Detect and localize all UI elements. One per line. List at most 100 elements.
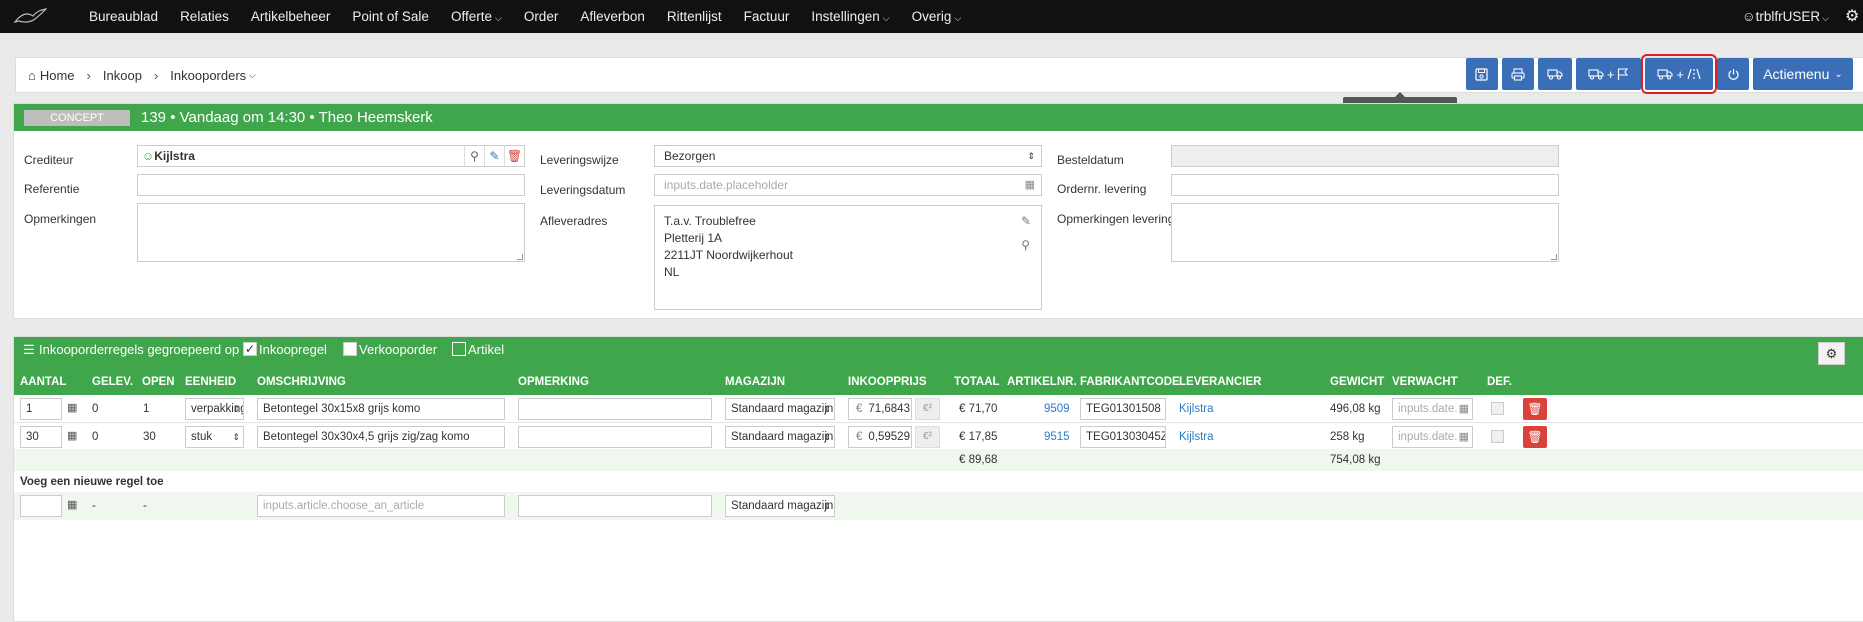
settings-button[interactable]: ⚙ <box>1818 342 1845 365</box>
price-input[interactable]: €0,59529 <box>848 426 912 448</box>
euro-squared-icon[interactable]: €² <box>915 426 940 448</box>
delete-button[interactable]: 🗑 <box>1523 398 1547 420</box>
leveringswijze-select[interactable]: Bezorgen ⇕ <box>654 145 1042 167</box>
new-opmerking-input[interactable] <box>518 495 712 517</box>
col-eenheid[interactable]: EENHEID <box>185 376 236 388</box>
action-menu-button[interactable]: Actiemenu ⌄ <box>1753 58 1853 90</box>
nav-item-artikelbeheer[interactable]: Artikelbeheer <box>240 0 342 33</box>
nav-item-order[interactable]: Order <box>513 0 570 33</box>
delivery-button[interactable] <box>1537 58 1572 90</box>
col-leverancier[interactable]: LEVERANCIER <box>1179 376 1261 388</box>
col-open[interactable]: OPEN <box>142 376 175 388</box>
nav-item-instellingen[interactable]: Instellingen ⌵ <box>800 0 900 33</box>
checkbox-inkoopregel[interactable]: ✓ <box>243 342 257 356</box>
aantal-input[interactable]: 30 <box>20 426 62 448</box>
calculator-icon[interactable]: ▦ <box>67 498 79 512</box>
price-value: 0,59529 <box>868 431 910 443</box>
checkbox-artikel[interactable] <box>452 342 466 356</box>
col-magazijn[interactable]: MAGAZIJN <box>725 376 785 388</box>
bird-logo-icon[interactable] <box>0 0 60 33</box>
calculator-icon[interactable]: ▦ <box>67 429 79 443</box>
calendar-icon[interactable]: ▦ <box>1025 175 1035 195</box>
opmerkingen-textarea[interactable] <box>137 203 525 262</box>
ordernr-levering-input[interactable] <box>1171 174 1559 196</box>
nav-item-afleverbon[interactable]: Afleverbon <box>569 0 656 33</box>
leveringsdatum-input[interactable]: inputs.date.placeholder ▦ <box>654 174 1042 196</box>
col-gewicht[interactable]: GEWICHT <box>1330 376 1384 388</box>
new-aantal-input[interactable] <box>20 495 62 517</box>
breadcrumb-home[interactable]: Home <box>40 68 75 83</box>
fabrikantcode-input[interactable]: TEG01303045Z2 <box>1080 426 1166 448</box>
euro-squared-icon[interactable]: €² <box>915 398 940 420</box>
nav-label: Instellingen <box>811 9 880 24</box>
article-search-input[interactable]: inputs.article.choose_an_article <box>257 495 505 517</box>
fabrikantcode-input[interactable]: TEG01301508 <box>1080 398 1166 420</box>
order-and-split-button[interactable]: + <box>1641 54 1717 94</box>
leveringswijze-value: Bezorgen <box>664 149 716 163</box>
delete-button[interactable]: 🗑 <box>1523 426 1547 448</box>
print-button[interactable] <box>1501 58 1534 90</box>
new-magazijn-select[interactable]: Standaard magazijn ⇕ <box>725 495 835 517</box>
leverancier-link[interactable]: Kijlstra <box>1179 403 1214 415</box>
col-fabrikantcode[interactable]: FABRIKANTCODE <box>1080 376 1180 388</box>
verwacht-input[interactable]: inputs.date. ▦ <box>1392 426 1473 448</box>
price-input[interactable]: €71,6843 <box>848 398 912 420</box>
referentie-input[interactable] <box>137 174 525 196</box>
col-def[interactable]: DEF. <box>1487 376 1512 388</box>
select-arrows-icon: ⇕ <box>232 404 240 414</box>
eenheid-select[interactable]: stuk ⇕ <box>185 426 244 448</box>
nav-item-rittenlijst[interactable]: Rittenlijst <box>656 0 733 33</box>
trash-icon[interactable]: 🗑 <box>504 146 524 166</box>
opmerkingen-levering-textarea[interactable] <box>1171 203 1559 262</box>
nav-item-overig[interactable]: Overig ⌵ <box>901 0 973 33</box>
magazijn-select[interactable]: Standaard magazijn ⇕ <box>725 426 835 448</box>
crediteur-field[interactable]: ☺Kijlstra ⚲ ✎ 🗑 <box>137 145 525 167</box>
def-checkbox[interactable] <box>1491 402 1504 415</box>
col-inkoopprijs[interactable]: INKOOPPRIJS <box>848 376 927 388</box>
resize-grip-icon[interactable] <box>1551 254 1557 260</box>
user-icon: ☺ <box>1741 9 1756 24</box>
breadcrumb-inkoop[interactable]: Inkoop <box>103 68 142 83</box>
omschrijving-input[interactable]: Betontegel 30x15x8 grijs komo <box>257 398 505 420</box>
nav-item-factuur[interactable]: Factuur <box>733 0 801 33</box>
breadcrumb-inkooporders[interactable]: Inkooporders <box>170 68 246 83</box>
truck-icon <box>1547 69 1563 80</box>
power-button[interactable] <box>1717 58 1749 90</box>
resize-grip-icon[interactable] <box>517 254 523 260</box>
col-aantal[interactable]: AANTAL <box>20 376 66 388</box>
leverancier-link[interactable]: Kijlstra <box>1179 431 1214 443</box>
artikelnr-link[interactable]: 9509 <box>1044 403 1070 415</box>
col-artikelnr[interactable]: ARTIKELNR. <box>1007 376 1077 388</box>
nav-item-bureaublad[interactable]: Bureaublad <box>78 0 169 33</box>
col-verwacht[interactable]: VERWACHT <box>1392 376 1458 388</box>
col-opmerking[interactable]: OPMERKING <box>518 376 589 388</box>
pencil-icon[interactable]: ✎ <box>1021 214 1031 228</box>
aantal-input[interactable]: 1 <box>20 398 62 420</box>
opmerking-input[interactable] <box>518 426 712 448</box>
magazijn-select[interactable]: Standaard magazijn ⇕ <box>725 398 835 420</box>
def-checkbox[interactable] <box>1491 430 1504 443</box>
col-gelev[interactable]: GELEV. <box>92 376 133 388</box>
omschrijving-input[interactable]: Betontegel 30x30x4,5 grijs zig/zag komo <box>257 426 505 448</box>
checkbox-label: Artikel <box>468 342 505 357</box>
artikelnr-link[interactable]: 9515 <box>1044 431 1070 443</box>
nav-item-point-of-sale[interactable]: Point of Sale <box>341 0 440 33</box>
verwacht-input[interactable]: inputs.date. ▦ <box>1392 398 1473 420</box>
nav-item-relaties[interactable]: Relaties <box>169 0 240 33</box>
save-button[interactable] <box>1465 58 1498 90</box>
checkbox-verkooporder[interactable] <box>343 342 357 356</box>
col-omschrijving[interactable]: OMSCHRIJVING <box>257 376 346 388</box>
search-icon[interactable]: ⚲ <box>464 146 484 166</box>
map-pin-icon[interactable]: ⚲ <box>1021 238 1030 252</box>
col-totaal[interactable]: TOTAAL <box>954 376 1000 388</box>
calculator-icon[interactable]: ▦ <box>67 401 79 415</box>
delivery-flag-button[interactable]: + <box>1575 58 1642 90</box>
address-line: T.a.v. Troublefree <box>664 214 756 228</box>
gear-icon[interactable]: ⚙ <box>1845 0 1863 33</box>
eenheid-select[interactable]: verpakking ⇕ <box>185 398 244 420</box>
nav-item-offerte[interactable]: Offerte ⌵ <box>440 0 513 33</box>
edit-icon[interactable]: ✎ <box>484 146 504 166</box>
home-icon: ⌂ <box>28 67 36 83</box>
user-menu[interactable]: ☺trblfrUSER ⌵ <box>1742 0 1829 33</box>
opmerking-input[interactable] <box>518 398 712 420</box>
